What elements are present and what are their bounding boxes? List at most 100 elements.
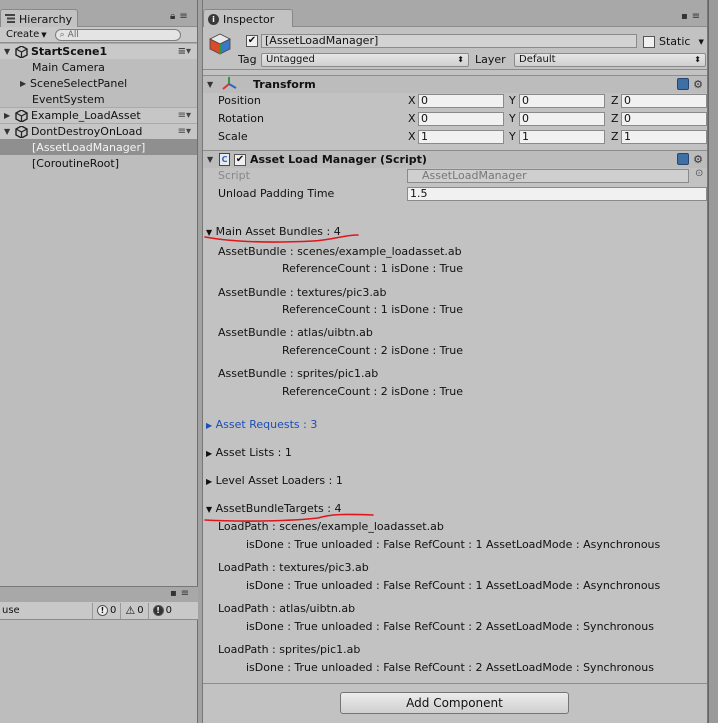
tag-dropdown[interactable]: Untagged ⬍	[261, 53, 469, 67]
scale-y-field[interactable]: 1	[519, 130, 605, 144]
lock-icon[interactable]: ▪	[681, 11, 688, 22]
fold-closed-icon[interactable]: ▶	[4, 111, 14, 120]
fold-open-icon[interactable]: ▼	[4, 47, 14, 56]
position-x-field[interactable]: 0	[418, 94, 504, 108]
bundle-name: AssetBundle : sprites/pic1.ab	[218, 367, 379, 380]
warning-icon: ⚠︎	[125, 604, 136, 617]
level-loaders-label: Level Asset Loaders : 1	[215, 474, 343, 487]
hierarchy-item[interactable]: Main Camera	[0, 59, 197, 75]
inspector-tabstrip: i Inspector ▪ ≡	[203, 0, 707, 27]
hierarchy-toolbar: Create ▼ ⌕ All	[0, 27, 197, 43]
scene-name: StartScene1	[31, 45, 108, 58]
bundle-detail: ReferenceCount : 1 isDone : True	[282, 262, 464, 275]
tab-inspector[interactable]: i Inspector	[203, 9, 293, 27]
hierarchy-tabstrip: Hierarchy 🔒︎ ≡	[0, 0, 197, 27]
hierarchy-tab-label: Hierarchy	[19, 13, 73, 26]
rotation-y-field[interactable]: 0	[519, 112, 605, 126]
console-tab-controls: ▪ ≡	[170, 588, 189, 599]
fold-closed-icon[interactable]: ▶	[206, 477, 212, 486]
tab-menu-icon[interactable]: ≡	[692, 11, 700, 22]
console-error-toggle[interactable]: ! 0	[147, 602, 176, 619]
gameobject-cube-icon	[208, 32, 232, 56]
fold-closed-icon[interactable]: ▶	[206, 449, 212, 458]
tab-hierarchy[interactable]: Hierarchy	[0, 9, 78, 27]
hierarchy-item-selected[interactable]: [AssetLoadManager]	[0, 139, 197, 155]
fold-open-icon[interactable]: ▼	[206, 505, 212, 514]
bundle-detail: ReferenceCount : 2 isDone : True	[282, 344, 464, 357]
console-info-toggle[interactable]: ! 0	[92, 602, 120, 619]
layer-value: Default	[519, 54, 556, 65]
unload-padding-field[interactable]: 1.5	[407, 187, 707, 201]
tab-menu-icon[interactable]: ≡	[179, 11, 187, 22]
rotation-label: Rotation	[218, 112, 265, 125]
axis-y-label: Y	[509, 130, 516, 143]
scene-row-startscene1[interactable]: ▼ StartScene1 ≡▾	[0, 43, 197, 59]
search-placeholder: All	[67, 29, 79, 40]
transform-title: Transform	[253, 78, 316, 91]
chevron-down-icon[interactable]: ▼	[698, 38, 703, 46]
script-component-header[interactable]: ▼ C ✔ Asset Load Manager (Script) ⚙︎	[203, 150, 707, 168]
scene-menu-icon[interactable]: ≡▾	[178, 46, 191, 57]
gear-icon[interactable]: ⚙︎	[693, 79, 703, 90]
hierarchy-item-label: SceneSelectPanel	[30, 76, 128, 90]
position-y-field[interactable]: 0	[519, 94, 605, 108]
scene-row-example-loadasset[interactable]: ▶ Example_LoadAsset ≡▾	[0, 107, 197, 123]
fold-open-icon[interactable]: ▼	[206, 228, 212, 237]
position-z-field[interactable]: 0	[621, 94, 707, 108]
inspector-tab-controls: ▪ ≡	[681, 11, 700, 22]
level-loaders-foldout[interactable]: ▶ Level Asset Loaders : 1	[206, 474, 343, 487]
fold-closed-icon[interactable]: ▶	[20, 79, 30, 88]
target-detail: isDone : True unloaded : False RefCount …	[246, 620, 654, 633]
target-path: LoadPath : sprites/pic1.ab	[218, 643, 361, 656]
rotation-z-field[interactable]: 0	[621, 112, 707, 126]
bundle-detail: ReferenceCount : 2 isDone : True	[282, 385, 464, 398]
create-button[interactable]: Create ▼	[4, 29, 49, 40]
bundle-detail: ReferenceCount : 1 isDone : True	[282, 303, 464, 316]
fold-open-icon[interactable]: ▼	[207, 80, 215, 89]
axis-z-label: Z	[611, 112, 619, 125]
static-checkbox[interactable]	[643, 35, 655, 48]
object-name-field[interactable]: [AssetLoadManager]	[261, 34, 637, 48]
scene-menu-icon[interactable]: ≡▾	[178, 126, 191, 137]
rotation-x-field[interactable]: 0	[418, 112, 504, 126]
hierarchy-item[interactable]: [CoroutineRoot]	[0, 155, 197, 171]
scale-z-field[interactable]: 1	[621, 130, 707, 144]
console-search-fragment[interactable]: use	[0, 605, 92, 616]
target-detail: isDone : True unloaded : False RefCount …	[246, 538, 661, 551]
hierarchy-item[interactable]: EventSystem	[0, 91, 197, 107]
fold-open-icon[interactable]: ▼	[4, 127, 14, 136]
hierarchy-list-icon	[5, 13, 15, 26]
lock-icon[interactable]: 🔒︎	[170, 11, 175, 22]
transform-header[interactable]: ▼ Transform ⚙︎	[203, 75, 707, 93]
scene-row-dontdestroyonload[interactable]: ▼ DontDestroyOnLoad ≡▾	[0, 123, 197, 139]
main-asset-bundles-foldout[interactable]: ▼ Main Asset Bundles : 4	[206, 225, 341, 238]
component-enabled-checkbox[interactable]: ✔	[234, 153, 246, 166]
script-header-icons: ⚙︎	[677, 153, 703, 165]
object-picker-icon: ⊙	[695, 168, 704, 179]
scale-label: Scale	[218, 130, 248, 143]
asset-lists-foldout[interactable]: ▶ Asset Lists : 1	[206, 446, 292, 459]
layer-dropdown[interactable]: Default ⬍	[514, 53, 706, 67]
tag-label: Tag	[238, 53, 257, 66]
lock-icon[interactable]: ▪	[170, 588, 177, 599]
asset-lists-label: Asset Lists : 1	[215, 446, 292, 459]
active-checkbox[interactable]: ✔	[246, 35, 258, 47]
target-path: LoadPath : scenes/example_loadasset.ab	[218, 520, 444, 533]
hierarchy-item[interactable]: ▶ SceneSelectPanel	[0, 75, 197, 91]
add-component-button[interactable]: Add Component	[340, 692, 569, 714]
asset-requests-foldout[interactable]: ▶ Asset Requests : 3	[206, 418, 317, 431]
static-toggle[interactable]: Static ▼	[643, 35, 704, 48]
help-book-icon[interactable]	[677, 153, 690, 165]
scene-menu-icon[interactable]: ≡▾	[178, 110, 191, 121]
scale-x-field[interactable]: 1	[418, 130, 504, 144]
fold-closed-icon[interactable]: ▶	[206, 421, 212, 430]
error-icon: !	[152, 605, 164, 616]
hierarchy-search-input[interactable]: ⌕ All	[54, 28, 181, 41]
bundle-targets-foldout[interactable]: ▼ AssetBundleTargets : 4	[206, 502, 341, 515]
gear-icon[interactable]: ⚙︎	[693, 154, 703, 165]
console-warning-toggle[interactable]: ⚠︎ 0	[120, 602, 147, 619]
help-book-icon[interactable]	[677, 78, 690, 90]
tab-menu-icon[interactable]: ≡	[181, 588, 189, 599]
fold-open-icon[interactable]: ▼	[207, 155, 215, 164]
hierarchy-tab-controls: 🔒︎ ≡	[170, 11, 188, 22]
